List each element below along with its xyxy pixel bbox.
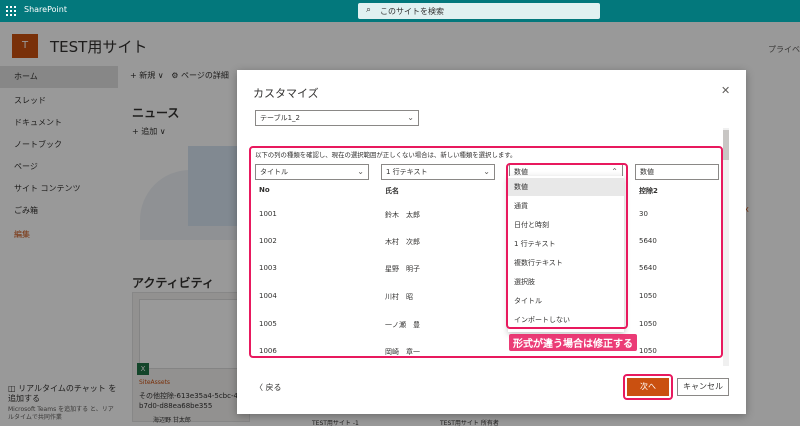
annotation-callout: 形式が違う場合は修正する xyxy=(509,334,637,351)
customize-dialog: カスタマイズ ✕ テーブル1_2 ⌄ 以下の列の種類を確認し、現在の選択範囲が正… xyxy=(237,70,746,414)
table-select[interactable]: テーブル1_2 ⌄ xyxy=(255,110,419,126)
close-icon[interactable]: ✕ xyxy=(721,84,730,97)
back-button[interactable]: 〈 戻る xyxy=(255,382,282,393)
search-placeholder: このサイトを検索 xyxy=(380,7,444,16)
table-select-value: テーブル1_2 xyxy=(260,114,300,122)
scrollbar-thumb[interactable] xyxy=(723,130,729,160)
search-icon: ⌕ xyxy=(366,5,372,15)
cancel-button[interactable]: キャンセル xyxy=(677,378,729,396)
dialog-title: カスタマイズ xyxy=(253,87,319,100)
app-launcher-icon[interactable] xyxy=(6,6,16,16)
app-name[interactable]: SharePoint xyxy=(24,5,67,14)
suite-bar: SharePoint ⌕ このサイトを検索 xyxy=(0,0,800,22)
dropdown-highlight-frame xyxy=(506,163,628,329)
dialog-scrollbar[interactable] xyxy=(723,128,729,366)
table-highlight-frame xyxy=(249,146,723,358)
search-input[interactable]: ⌕ このサイトを検索 xyxy=(358,3,600,19)
chevron-down-icon: ⌄ xyxy=(407,113,414,122)
next-button[interactable]: 次へ xyxy=(627,378,669,396)
